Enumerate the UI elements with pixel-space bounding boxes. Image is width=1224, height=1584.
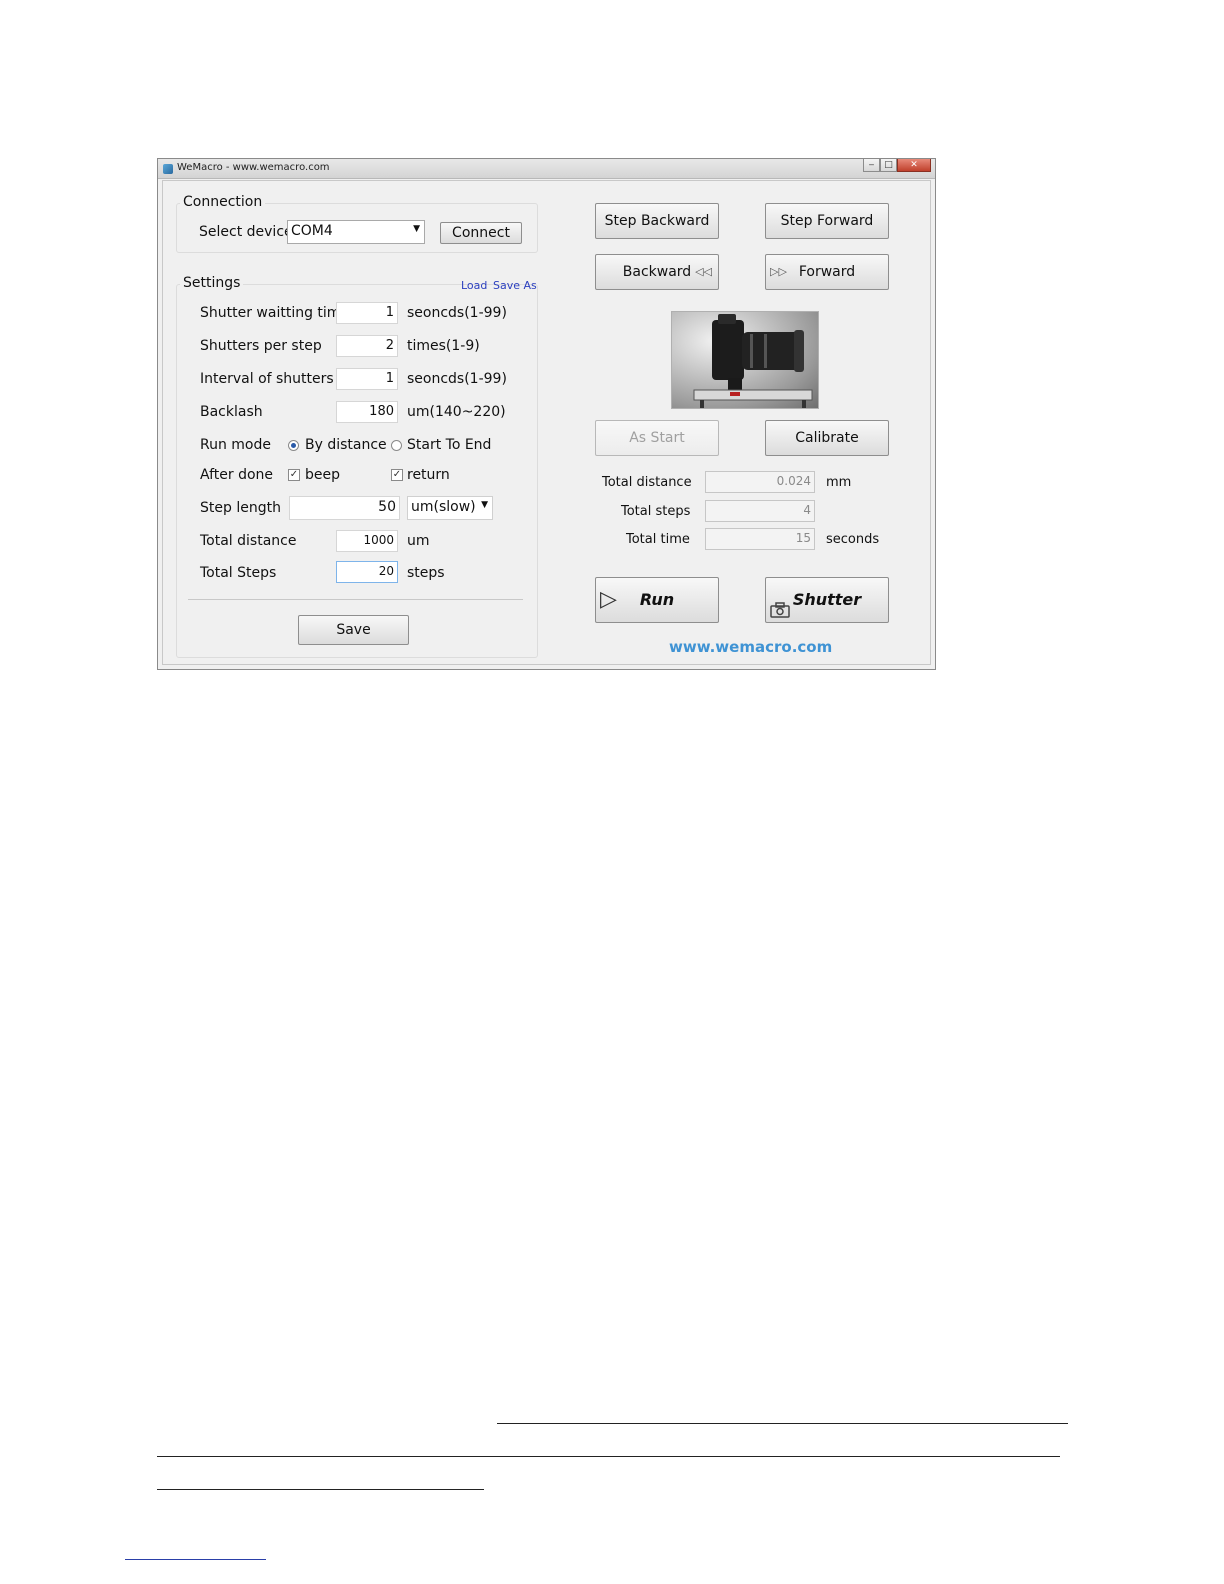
by-distance-radio[interactable] <box>288 440 299 451</box>
step-speed-value: um(slow) <box>411 499 476 515</box>
device-select-value: COM4 <box>291 223 333 239</box>
shutters-per-step-input[interactable]: 2 <box>336 335 398 357</box>
return-checkbox[interactable]: ✓ <box>391 469 403 481</box>
device-preview-image <box>671 311 819 409</box>
maximize-button[interactable]: □ <box>880 159 897 172</box>
shutter-button[interactable]: Shutter <box>765 577 889 623</box>
backward-label: Backward <box>622 264 692 280</box>
run-button[interactable]: ▷ Run <box>595 577 719 623</box>
double-left-arrow-icon: ◁◁ <box>695 265 712 278</box>
as-start-button[interactable]: As Start <box>595 420 719 456</box>
save-button[interactable]: Save <box>298 615 409 645</box>
close-button[interactable]: ✕ <box>897 159 931 172</box>
by-distance-label: By distance <box>305 437 387 453</box>
blank-line-4 <box>125 1559 266 1560</box>
blank-line-3 <box>157 1489 484 1490</box>
shutter-wait-unit: seoncds(1-99) <box>407 305 507 321</box>
stat-total-steps-label: Total steps <box>621 504 691 519</box>
blank-line-1 <box>497 1423 1068 1424</box>
start-to-end-label: Start To End <box>407 437 492 453</box>
beep-checkbox[interactable]: ✓ <box>288 469 300 481</box>
backlash-unit: um(140~220) <box>407 404 506 420</box>
total-distance-input[interactable]: 1000 <box>336 530 398 552</box>
stat-total-distance-unit: mm <box>826 475 852 490</box>
total-steps-label: Total Steps <box>200 565 277 581</box>
stat-total-distance-value: 0.024 <box>705 471 815 493</box>
forward-button[interactable]: ▷▷ Forward <box>765 254 889 290</box>
app-icon <box>163 164 173 174</box>
backward-button[interactable]: Backward ◁◁ <box>595 254 719 290</box>
total-steps-input[interactable]: 20 <box>336 561 398 583</box>
title-bar[interactable]: WeMacro - www.wemacro.com ‒ □ ✕ <box>158 159 935 179</box>
step-forward-button[interactable]: Step Forward <box>765 203 889 239</box>
stat-total-steps-value: 4 <box>705 500 815 522</box>
double-right-arrow-icon: ▷▷ <box>770 265 787 278</box>
app-window: WeMacro - www.wemacro.com ‒ □ ✕ Connecti… <box>157 158 936 670</box>
total-distance-unit: um <box>407 533 430 549</box>
total-distance-label: Total distance <box>200 533 297 549</box>
step-backward-button[interactable]: Step Backward <box>595 203 719 239</box>
shutter-wait-label: Shutter waitting time <box>200 305 350 321</box>
shutter-label: Shutter <box>792 590 862 609</box>
interval-input[interactable]: 1 <box>336 368 398 390</box>
connect-button[interactable]: Connect <box>440 222 522 244</box>
total-steps-unit: steps <box>407 565 445 581</box>
shutter-wait-input[interactable]: 1 <box>336 302 398 324</box>
run-mode-label: Run mode <box>200 437 271 453</box>
website-link[interactable]: www.wemacro.com <box>669 638 832 656</box>
camera-icon <box>770 591 790 618</box>
step-length-input[interactable]: 50 <box>289 496 400 520</box>
window-title: WeMacro - www.wemacro.com <box>177 162 330 173</box>
step-speed-select[interactable]: um(slow) ▼ <box>407 496 493 520</box>
interval-label: Interval of shutters <box>200 371 334 387</box>
stat-total-distance-label: Total distance <box>602 475 692 490</box>
start-to-end-radio[interactable] <box>391 440 402 451</box>
load-link[interactable]: Load <box>461 279 487 292</box>
settings-group-title: Settings <box>180 275 244 291</box>
beep-label: beep <box>305 467 340 483</box>
step-length-label: Step length <box>200 500 281 516</box>
minimize-button[interactable]: ‒ <box>863 159 880 172</box>
chevron-down-icon: ▼ <box>413 224 420 234</box>
forward-label: Forward <box>798 264 856 280</box>
blank-line-2 <box>157 1456 1060 1457</box>
interval-unit: seoncds(1-99) <box>407 371 507 387</box>
backlash-label: Backlash <box>200 404 263 420</box>
connection-group-title: Connection <box>180 194 266 210</box>
play-icon: ▷ <box>600 587 617 612</box>
window-controls: ‒ □ ✕ <box>863 159 931 173</box>
chevron-down-icon: ▼ <box>481 500 488 510</box>
save-as-link[interactable]: Save As <box>493 279 537 292</box>
return-label: return <box>407 467 450 483</box>
stat-total-time-label: Total time <box>626 532 690 547</box>
select-device-label: Select device <box>199 224 293 240</box>
shutters-per-step-label: Shutters per step <box>200 338 322 354</box>
settings-separator <box>188 599 523 600</box>
shutters-per-step-unit: times(1-9) <box>407 338 480 354</box>
after-done-label: After done <box>200 467 274 483</box>
backlash-input[interactable]: 180 <box>336 401 398 423</box>
calibrate-button[interactable]: Calibrate <box>765 420 889 456</box>
client-area: Connection Select device COM4 ▼ Connect … <box>162 180 931 665</box>
device-select[interactable]: COM4 ▼ <box>287 220 425 244</box>
run-label: Run <box>639 590 675 609</box>
stat-total-time-value: 15 <box>705 528 815 550</box>
stat-total-time-unit: seconds <box>826 532 880 547</box>
